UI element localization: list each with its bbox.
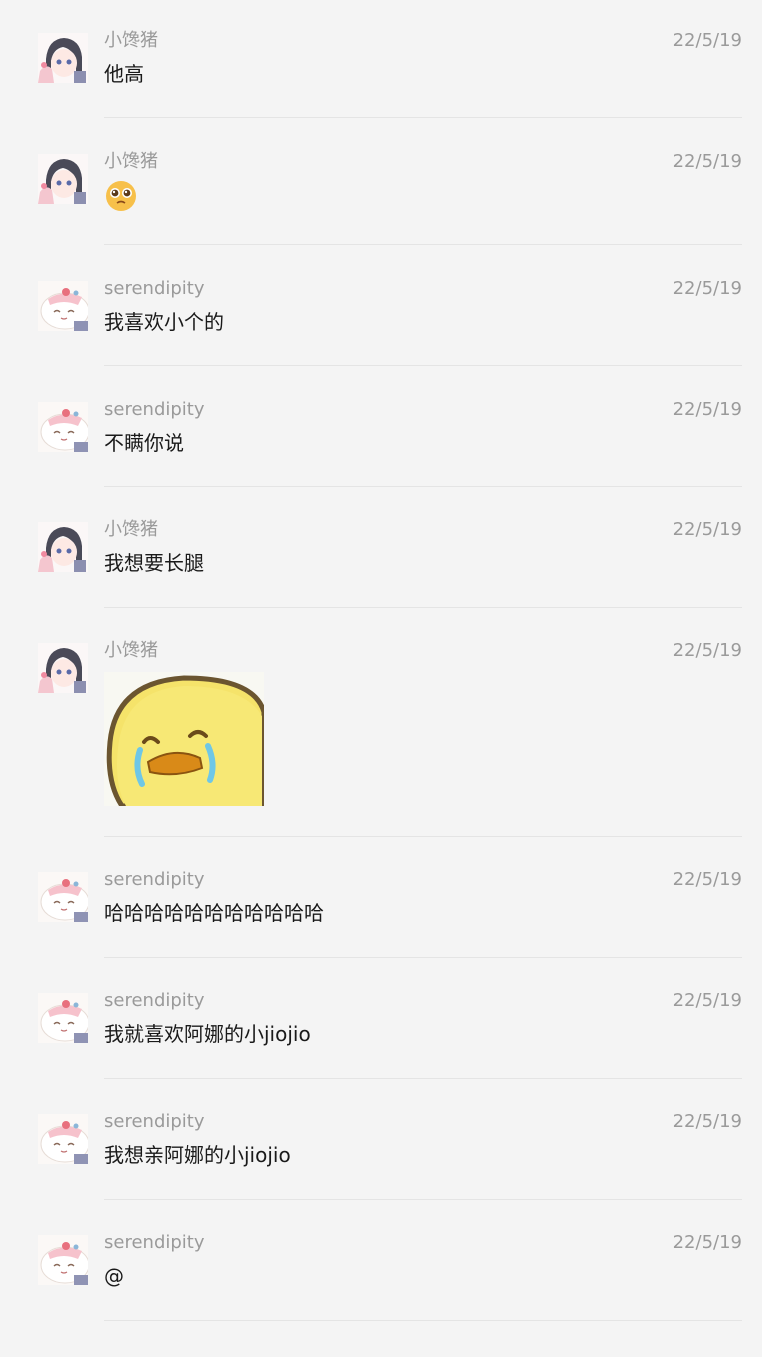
divider — [104, 365, 742, 366]
message-date: 22/5/19 — [672, 278, 742, 299]
girl-avatar[interactable] — [38, 643, 88, 693]
divider — [104, 836, 742, 837]
message-text: 我想要长腿 — [104, 551, 204, 575]
message-date: 22/5/19 — [672, 1232, 742, 1253]
cat-avatar[interactable] — [38, 1235, 88, 1285]
chat-message[interactable]: serendipity 22/5/19 @ — [0, 1232, 762, 1322]
message-date: 22/5/19 — [672, 1111, 742, 1132]
message-date: 22/5/19 — [672, 151, 742, 172]
message-text: 我想亲阿娜的小jiojio — [104, 1143, 291, 1167]
sender-name: 小馋猪 — [104, 151, 158, 172]
sender-name: serendipity — [104, 278, 205, 299]
message-text: 不瞒你说 — [104, 431, 184, 455]
girl-avatar[interactable] — [38, 522, 88, 572]
divider — [104, 607, 742, 608]
divider — [104, 244, 742, 245]
message-date: 22/5/19 — [672, 30, 742, 51]
divider — [104, 1078, 742, 1079]
sender-name: serendipity — [104, 1232, 205, 1253]
pleading-face-emoji — [104, 179, 138, 213]
message-text: 哈哈哈哈哈哈哈哈哈哈哈 — [104, 901, 324, 925]
divider — [104, 957, 742, 958]
chat-message[interactable]: serendipity 22/5/19 我想亲阿娜的小jiojio — [0, 1111, 762, 1201]
cat-avatar[interactable] — [38, 993, 88, 1043]
chat-message[interactable]: 小馋猪 22/5/19 他高 — [0, 30, 762, 120]
message-text: 我喜欢小个的 — [104, 310, 224, 334]
divider — [104, 1199, 742, 1200]
cat-avatar[interactable] — [38, 402, 88, 452]
chat-message[interactable]: serendipity 22/5/19 我就喜欢阿娜的小jiojio — [0, 990, 762, 1080]
cat-avatar[interactable] — [38, 872, 88, 922]
chat-message[interactable]: 小馋猪 22/5/19 — [0, 151, 762, 251]
sender-name: serendipity — [104, 1111, 205, 1132]
chat-message-list: 小馋猪 22/5/19 他高 小馋猪 22/5/19 serendipity 2… — [0, 0, 762, 1357]
message-text: 他高 — [104, 62, 144, 86]
message-date: 22/5/19 — [672, 519, 742, 540]
sender-name: 小馋猪 — [104, 519, 158, 540]
cat-avatar[interactable] — [38, 1114, 88, 1164]
divider — [104, 486, 742, 487]
girl-avatar[interactable] — [38, 154, 88, 204]
divider — [104, 117, 742, 118]
chat-message[interactable]: serendipity 22/5/19 我喜欢小个的 — [0, 278, 762, 368]
sender-name: serendipity — [104, 869, 205, 890]
message-text: 我就喜欢阿娜的小jiojio — [104, 1022, 311, 1046]
crying-chick-sticker[interactable] — [104, 672, 267, 809]
message-date: 22/5/19 — [672, 399, 742, 420]
sender-name: 小馋猪 — [104, 640, 158, 661]
chat-message[interactable]: serendipity 22/5/19 哈哈哈哈哈哈哈哈哈哈哈 — [0, 869, 762, 959]
chat-message[interactable]: 小馋猪 22/5/19 我想要长腿 — [0, 519, 762, 609]
girl-avatar[interactable] — [38, 33, 88, 83]
cat-avatar[interactable] — [38, 281, 88, 331]
message-text: @ — [104, 1264, 124, 1288]
sender-name: 小馋猪 — [104, 30, 158, 51]
divider — [104, 1320, 742, 1321]
sender-name: serendipity — [104, 990, 205, 1011]
message-date: 22/5/19 — [672, 869, 742, 890]
sender-name: serendipity — [104, 399, 205, 420]
message-date: 22/5/19 — [672, 640, 742, 661]
chat-message[interactable]: 小馋猪 22/5/19 — [0, 640, 762, 840]
chat-message[interactable]: serendipity 22/5/19 不瞒你说 — [0, 399, 762, 489]
message-date: 22/5/19 — [672, 990, 742, 1011]
